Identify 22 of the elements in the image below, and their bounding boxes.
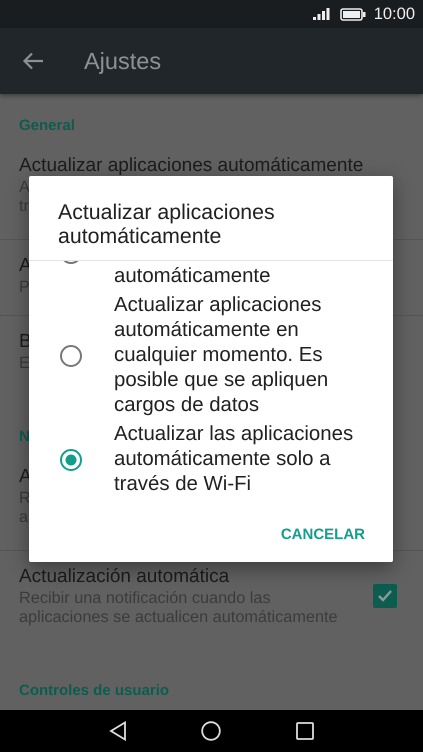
setting-title[interactable]: Actualización automática — [19, 565, 230, 589]
checkbox[interactable] — [373, 584, 397, 608]
cancel-button[interactable]: CANCELAR — [272, 518, 373, 551]
recents-icon[interactable] — [296, 722, 314, 740]
option-label[interactable]: Actualizar aplicaciones automáticamente en cualquier momento. Es posible que se apliquen cargos de datos — [114, 293, 371, 418]
back-arrow-icon[interactable] — [22, 52, 44, 70]
section-header: General — [18, 116, 76, 136]
section-header: N — [18, 427, 31, 447]
checkmark-icon — [377, 589, 393, 603]
home-icon[interactable] — [201, 721, 221, 741]
section-header: Controles de usuario — [18, 681, 170, 701]
battery-icon — [340, 8, 366, 20]
dialog-title: Actualizar aplicaciones automáticamente — [29, 176, 393, 261]
radio-button[interactable] — [59, 344, 83, 368]
clock-time: 10:00 — [374, 4, 415, 24]
option-label[interactable]: automáticamente — [114, 264, 270, 289]
back-icon[interactable] — [109, 721, 127, 741]
signal-icon — [312, 8, 330, 20]
setting-title[interactable]: Actualizar aplicaciones automáticamente — [19, 154, 364, 178]
radio-button-selected[interactable] — [59, 448, 83, 472]
screen-title: Ajustes — [84, 48, 162, 74]
option-label[interactable]: Actualizar las aplicaciones automáticamente solo a través de Wi-Fi — [114, 422, 371, 497]
